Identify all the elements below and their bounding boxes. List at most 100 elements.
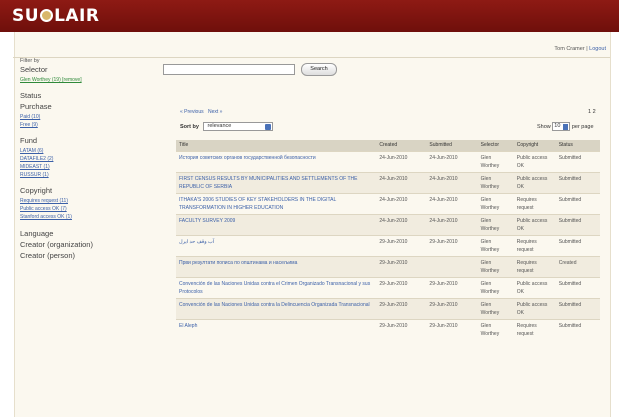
facet-collapsed-list: Language Creator (organization) Creator … xyxy=(20,228,160,261)
facet-title: Status xyxy=(20,91,42,100)
cell-submitted: 29-Jun-2010 xyxy=(426,234,478,256)
results-table: Title Created Submitted Selector Copyrig… xyxy=(176,140,600,340)
cell-status: Submitted xyxy=(555,318,600,340)
cell-status: Submitted xyxy=(555,213,600,235)
cell-copyright: Requires request xyxy=(513,318,556,340)
cell-title[interactable]: El Aleph xyxy=(176,318,377,340)
cell-submitted: 29-Jun-2010 xyxy=(426,276,478,298)
sort-value: relevance xyxy=(207,123,232,129)
facet-collapsed-title[interactable]: Creator (person) xyxy=(20,250,160,261)
facet-title: Selector xyxy=(20,65,48,74)
show-label: Show xyxy=(537,123,551,130)
cell-selector: Glen Worthey xyxy=(477,297,514,319)
next-link[interactable]: Next » xyxy=(208,109,222,115)
cell-status: Submitted xyxy=(555,192,600,214)
facet-status: Status Purchase Paid (10) Free (9) xyxy=(20,91,160,129)
cell-created: 24-Jun-2010 xyxy=(376,192,427,214)
per-page-value: 10 xyxy=(554,123,561,129)
cell-submitted: 24-Jun-2010 xyxy=(426,192,478,214)
cell-title[interactable]: Први резултати пописа по општинама и нас… xyxy=(176,255,377,277)
chevron-down-icon xyxy=(265,124,272,130)
facet-title: Copyright xyxy=(20,186,53,195)
search-button[interactable]: Search xyxy=(301,63,337,76)
cell-created: 24-Jun-2010 xyxy=(376,171,427,193)
table-body: История советских органов государственно… xyxy=(176,150,600,340)
table-row: Први резултати пописа по општинама и нас… xyxy=(176,255,600,277)
table-row: История советских органов государственно… xyxy=(176,150,600,172)
cell-selector: Glen Worthey xyxy=(477,255,514,277)
cell-submitted: 24-Jun-2010 xyxy=(426,171,478,193)
cell-status: Created xyxy=(555,255,600,277)
facet-link[interactable]: LATAM (6) xyxy=(20,147,160,155)
cell-title[interactable]: Convención de las Naciones Unidas contra… xyxy=(176,297,377,319)
per-page-suffix: per page xyxy=(571,123,594,130)
cell-copyright: Public access OK xyxy=(513,171,556,193)
previous-link[interactable]: « Previous xyxy=(180,109,204,115)
cell-title[interactable]: ITHAKA'S 2006 STUDIES OF KEY STAKEHOLDER… xyxy=(176,192,377,214)
table-row: FIRST CENSUS RESULTS BY MUNICIPALITIES A… xyxy=(176,171,600,193)
facet-title: Fund xyxy=(20,136,38,145)
facet-selector: Filter by Selector Glen Worthey (19) [re… xyxy=(20,58,160,84)
logout-link[interactable]: Logout xyxy=(589,46,606,52)
facet-link[interactable]: Requires request (11) xyxy=(20,197,160,205)
cell-title[interactable]: Convención de las Naciones Unidas contra… xyxy=(176,276,377,298)
facet-subtitle: Purchase xyxy=(20,102,52,111)
cell-selector: Glen Worthey xyxy=(477,234,514,256)
cell-created: 24-Jun-2010 xyxy=(376,150,427,172)
cell-copyright: Requires request xyxy=(513,255,556,277)
logo-text-left: SU xyxy=(12,6,40,26)
cell-title[interactable]: История советских органов государственно… xyxy=(176,150,377,172)
facet-link[interactable]: Stanford access OK (1) xyxy=(20,213,160,221)
cell-created: 24-Jun-2010 xyxy=(376,213,427,235)
column-header[interactable]: Status xyxy=(555,140,600,151)
filter-by-label: Filter by xyxy=(20,58,40,64)
cell-submitted xyxy=(426,255,478,277)
cell-title[interactable]: آب وقف حد ايرل xyxy=(176,234,377,256)
cell-selector: Glen Worthey xyxy=(477,150,514,172)
cell-status: Submitted xyxy=(555,297,600,319)
chevron-down-icon xyxy=(563,124,569,130)
column-header[interactable]: Title xyxy=(176,140,377,151)
facet-link[interactable]: Public access OK (7) xyxy=(20,205,160,213)
cell-title[interactable]: FIRST CENSUS RESULTS BY MUNICIPALITIES A… xyxy=(176,171,377,193)
app-logo[interactable]: SU LAIR xyxy=(12,6,99,26)
user-name: Tom Cramer xyxy=(554,46,585,52)
facet-link[interactable]: Free (9) xyxy=(20,121,160,129)
facet-link[interactable]: RUSSUR (1) xyxy=(20,171,160,179)
facet-link[interactable]: Paid (10) xyxy=(20,113,160,121)
seal-icon xyxy=(40,9,54,22)
table-header-row: Title Created Submitted Selector Copyrig… xyxy=(176,140,600,151)
table-row: El Aleph 29-Jun-2010 29-Jun-2010 Glen Worth… xyxy=(176,318,600,340)
cell-status: Submitted xyxy=(555,150,600,172)
facet-link[interactable]: MIDEAST (1) xyxy=(20,163,160,171)
column-header[interactable]: Copyright xyxy=(513,140,556,151)
facet-copyright: Copyright Requires request (11) Public a… xyxy=(20,186,160,221)
cell-created: 29-Jun-2010 xyxy=(376,255,427,277)
facet-link[interactable]: Glen Worthey (19) [remove] xyxy=(20,76,160,84)
sort-select[interactable]: relevance xyxy=(203,122,274,131)
user-bar: Tom Cramer | Logout xyxy=(13,46,610,58)
pager: « Previous Next » xyxy=(180,109,222,115)
facet-link[interactable]: DATAFILE2 (2) xyxy=(20,155,160,163)
table-row: ITHAKA'S 2006 STUDIES OF KEY STAKEHOLDER… xyxy=(176,192,600,214)
cell-title[interactable]: FACULTY SURVEY 2009 xyxy=(176,213,377,235)
facet-collapsed-title[interactable]: Creator (organization) xyxy=(20,239,160,250)
column-header[interactable]: Selector xyxy=(477,140,514,151)
per-page-select[interactable]: 10 xyxy=(552,122,571,131)
sort-label: Sort by xyxy=(180,123,199,130)
column-header[interactable]: Created xyxy=(376,140,427,151)
cell-copyright: Public access OK xyxy=(513,150,556,172)
facet-fund: Fund LATAM (6) DATAFILE2 (2) MIDEAST (1)… xyxy=(20,136,160,179)
cell-created: 29-Jun-2010 xyxy=(376,276,427,298)
search-input[interactable] xyxy=(163,64,295,75)
page-numbers[interactable]: 1 2 xyxy=(588,109,596,115)
cell-copyright: Public access OK xyxy=(513,297,556,319)
facet-collapsed-title[interactable]: Language xyxy=(20,228,160,239)
table-row: Convención de las Naciones Unidas contra… xyxy=(176,276,600,298)
column-header[interactable]: Submitted xyxy=(426,140,478,151)
cell-copyright: Public access OK xyxy=(513,276,556,298)
cell-copyright: Requires request xyxy=(513,192,556,214)
cell-copyright: Public access OK xyxy=(513,213,556,235)
cell-selector: Glen Worthey xyxy=(477,276,514,298)
cell-status: Submitted xyxy=(555,234,600,256)
